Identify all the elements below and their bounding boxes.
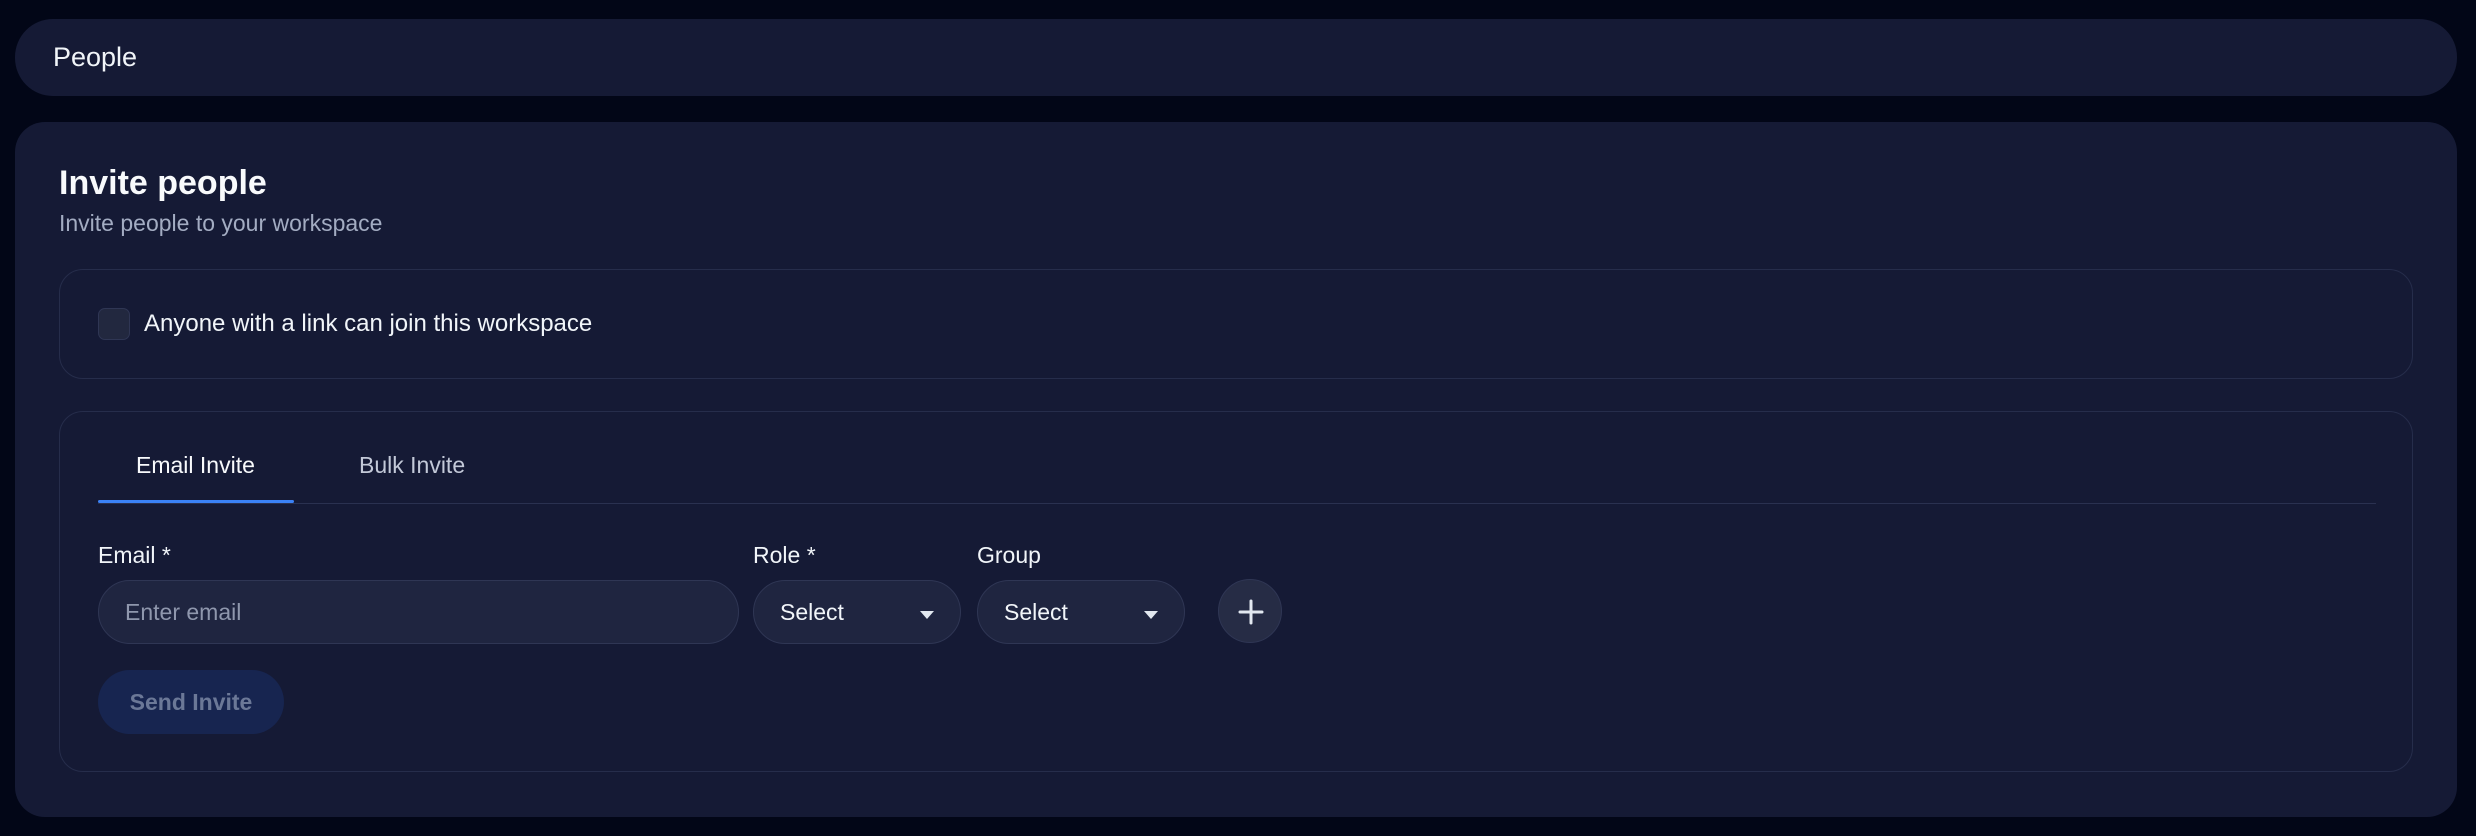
role-select[interactable]: Select [753, 580, 961, 644]
group-select-value: Select [1004, 598, 1068, 625]
active-tab-indicator [98, 500, 294, 503]
email-label: Email * [98, 542, 171, 568]
role-select-value: Select [780, 598, 844, 625]
tab-bulk-invite[interactable]: Bulk Invite [359, 452, 465, 479]
send-invite-button[interactable]: Send Invite [98, 670, 284, 734]
card-subtitle: Invite people to your workspace [59, 210, 383, 236]
link-join-option: Anyone with a link can join this workspa… [59, 269, 2413, 379]
add-row-button[interactable] [1218, 579, 1282, 643]
role-label: Role * [753, 542, 816, 568]
invite-people-card: Invite people Invite people to your work… [15, 122, 2457, 817]
tab-email-invite[interactable]: Email Invite [136, 452, 255, 479]
card-title: Invite people [59, 164, 267, 202]
plus-icon [1238, 599, 1264, 625]
chevron-down-icon [920, 611, 934, 619]
link-join-label: Anyone with a link can join this workspa… [144, 310, 593, 337]
page: People Invite people Invite people to yo… [0, 0, 2476, 836]
link-join-checkbox[interactable] [98, 308, 130, 340]
invite-form-panel: Email Invite Bulk Invite Email * Role * … [59, 411, 2413, 772]
email-input[interactable] [98, 580, 739, 644]
page-title: People [53, 42, 138, 72]
invite-tabs: Email Invite Bulk Invite [98, 412, 2376, 504]
chevron-down-icon [1144, 611, 1158, 619]
group-select[interactable]: Select [977, 580, 1185, 644]
group-label: Group [977, 542, 1041, 568]
top-bar: People [15, 19, 2457, 96]
